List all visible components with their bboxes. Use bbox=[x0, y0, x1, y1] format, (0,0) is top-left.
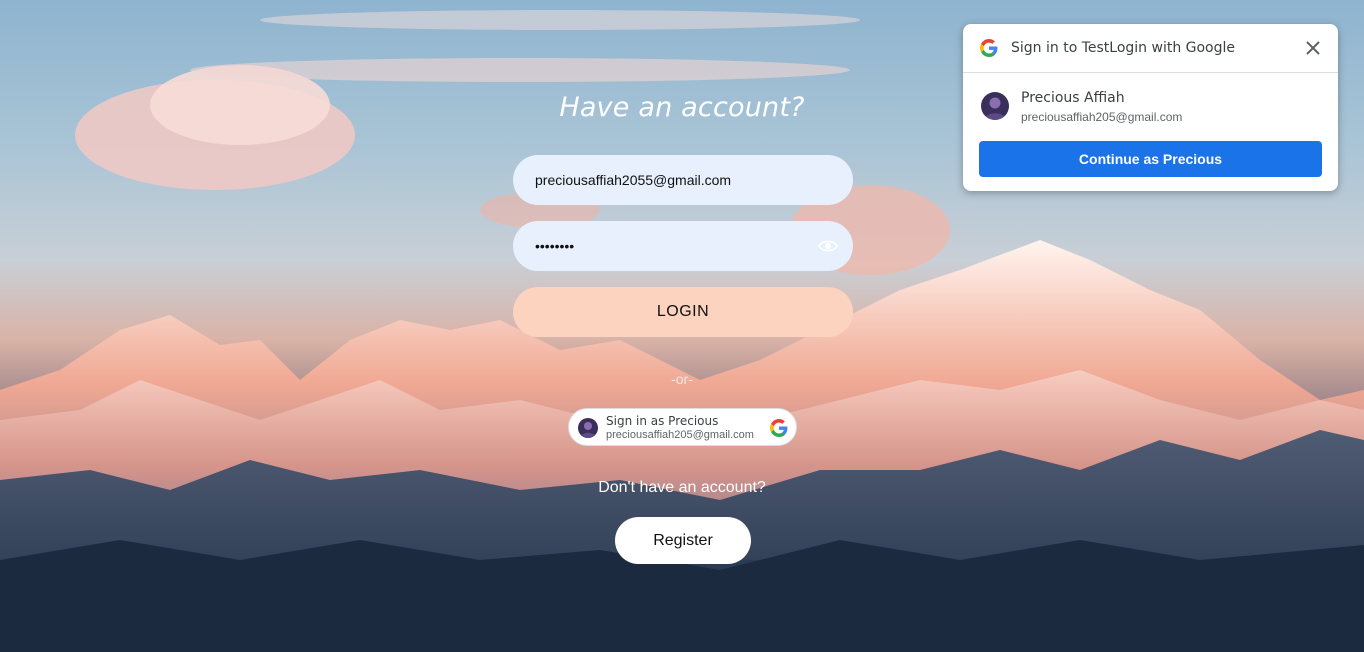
eye-icon[interactable] bbox=[817, 237, 839, 255]
password-input[interactable] bbox=[513, 221, 853, 271]
avatar bbox=[578, 418, 598, 438]
register-button[interactable]: Register bbox=[615, 517, 751, 564]
popup-title: Sign in to TestLogin with Google bbox=[1011, 40, 1236, 56]
account-name: Precious Affiah bbox=[1021, 90, 1125, 106]
google-g-icon bbox=[980, 39, 998, 57]
google-one-tap-popup: Sign in to TestLogin with Google Preciou… bbox=[963, 24, 1338, 191]
chip-email: preciousaffiah205@gmail.com bbox=[606, 429, 754, 441]
login-button[interactable]: LOGIN bbox=[513, 287, 853, 337]
account-email: preciousaffiah205@gmail.com bbox=[1021, 110, 1183, 124]
popup-header: Sign in to TestLogin with Google bbox=[963, 24, 1338, 73]
avatar bbox=[981, 92, 1009, 120]
email-input[interactable] bbox=[513, 155, 853, 205]
google-g-icon bbox=[770, 419, 788, 437]
no-account-text: Don't have an account? bbox=[598, 479, 766, 496]
google-sign-in-chip[interactable]: Sign in as Precious preciousaffiah205@gm… bbox=[568, 408, 797, 446]
continue-button[interactable]: Continue as Precious bbox=[979, 141, 1322, 177]
or-separator: -or- bbox=[671, 371, 693, 387]
account-item[interactable]: Precious Affiah preciousaffiah205@gmail.… bbox=[963, 84, 1338, 134]
chip-title: Sign in as Precious bbox=[606, 414, 719, 428]
close-icon[interactable] bbox=[1305, 40, 1321, 56]
